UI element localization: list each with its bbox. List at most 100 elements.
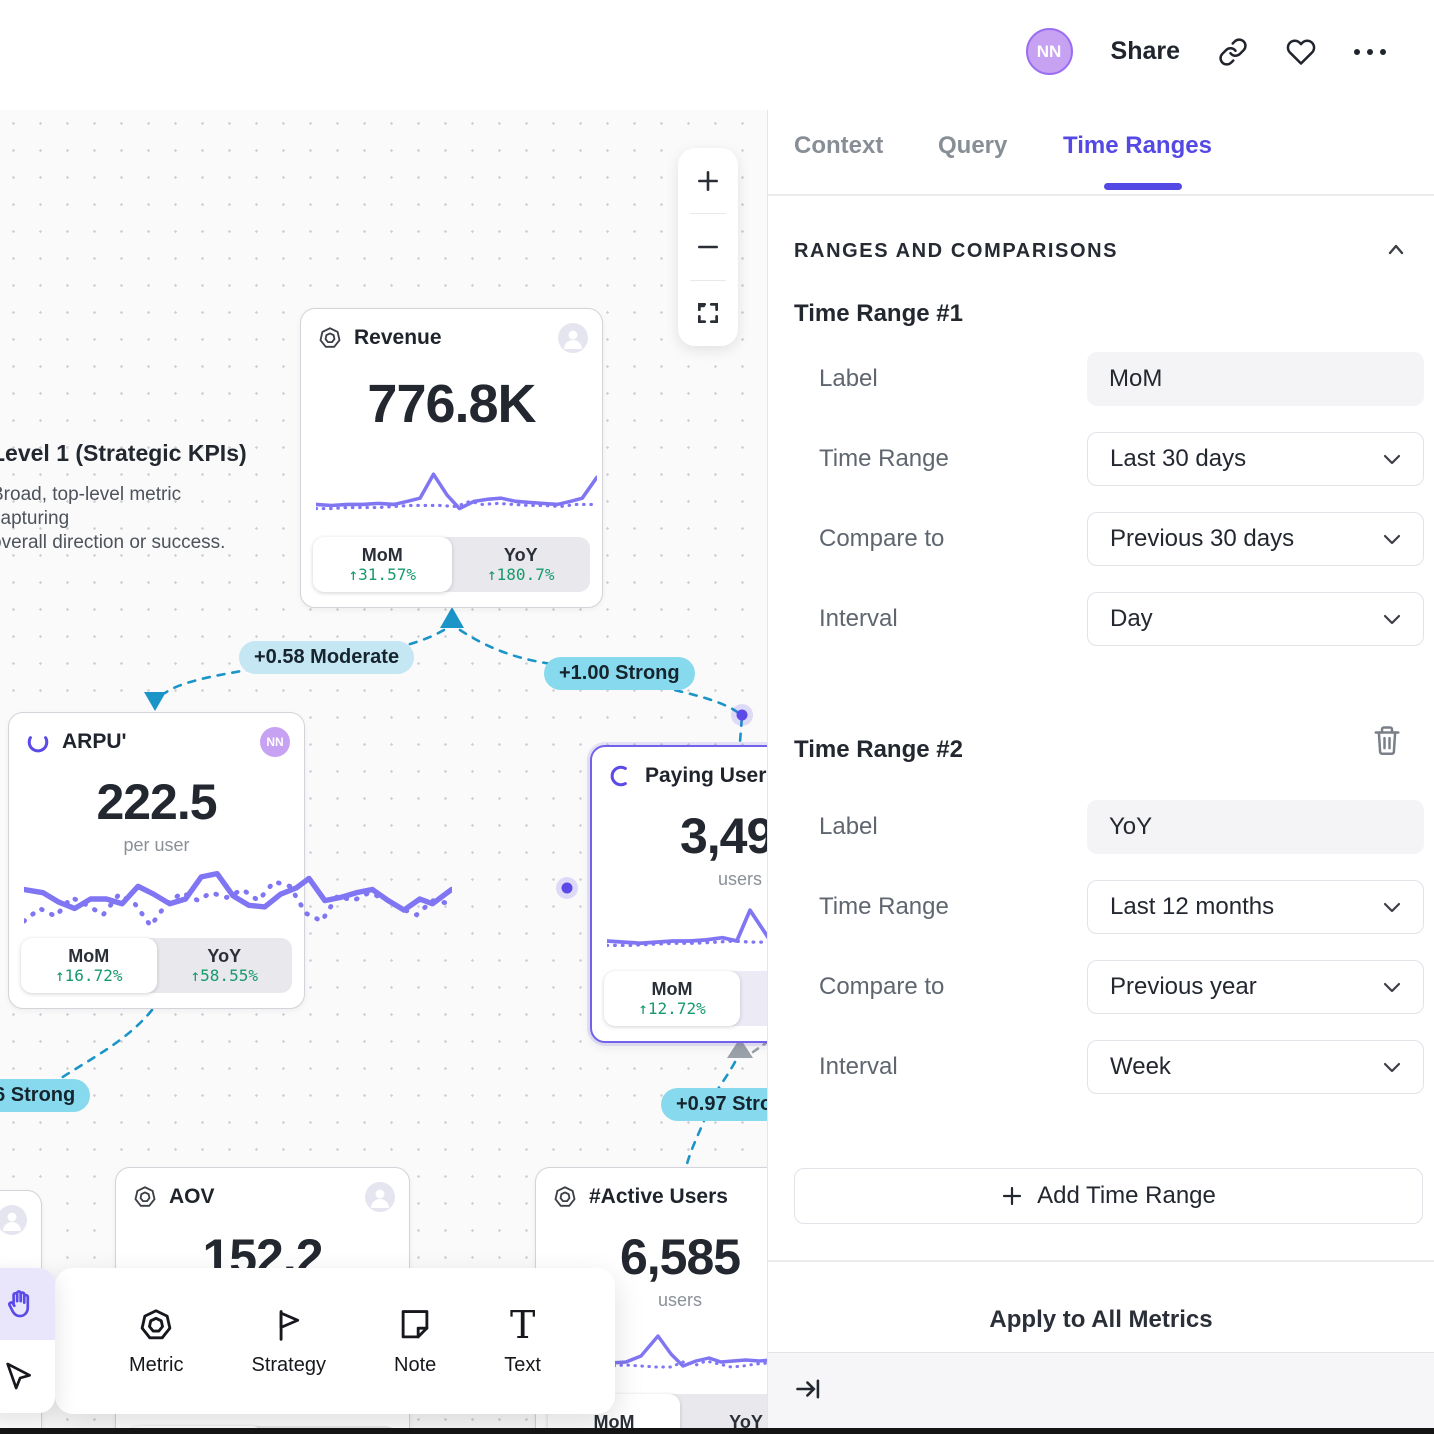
mom-toggle-option[interactable]: MoM ↑31.57% (313, 537, 452, 592)
label-input[interactable]: MoM (1087, 352, 1424, 406)
window-edge (0, 1428, 1434, 1434)
metric-card-revenue[interactable]: Revenue 776.8K MoM ↑31.57% YoY ↑180.7% (300, 308, 603, 608)
time-range-2-title: Time Range #2 (794, 736, 963, 764)
more-menu-button[interactable] (1354, 49, 1386, 55)
flag-icon (270, 1306, 308, 1344)
canvas-tool-strip (0, 1268, 55, 1413)
strategy-tool-button[interactable]: Strategy (252, 1306, 326, 1377)
tab-time-ranges[interactable]: Time Ranges (1063, 132, 1212, 160)
user-avatar[interactable]: NN (1026, 28, 1073, 75)
chevron-down-icon (1383, 901, 1401, 913)
active-tab-indicator (1104, 183, 1182, 190)
time-range-select[interactable]: Last 12 months (1087, 880, 1424, 934)
chevron-down-icon (1383, 453, 1401, 465)
correlation-label-revenue-paying[interactable]: +1.00 Strong (544, 657, 695, 690)
metric-arc-icon (608, 763, 634, 789)
chevron-down-icon (1383, 533, 1401, 545)
fit-view-button[interactable] (678, 281, 738, 346)
metric-card-arpu[interactable]: ARPU' NN 222.5 per user MoM ↑16.72% YoY … (8, 712, 305, 1009)
metric-unit: users (592, 869, 767, 890)
metric-card-title: ARPU' (62, 730, 127, 754)
settings-panel: Context Query Time Ranges RANGES AND COM… (767, 110, 1434, 1434)
select-tool-button[interactable] (0, 1340, 55, 1412)
metric-card-paying-users[interactable]: Paying Users' 3,499 users MoM ↑12.72% (590, 745, 767, 1043)
delete-time-range-trash-icon[interactable] (1372, 723, 1402, 757)
metric-card-title: AOV (169, 1185, 215, 1209)
hand-tool-button[interactable] (0, 1268, 55, 1340)
text-icon: T (510, 1306, 535, 1344)
compare-to-caption: Compare to (819, 960, 944, 1014)
note-icon (396, 1306, 434, 1344)
label-input[interactable]: YoY (1087, 800, 1424, 854)
metric-card-title: Revenue (354, 326, 442, 350)
interval-caption: Interval (819, 592, 898, 646)
time-range-select[interactable]: Last 30 days (1087, 432, 1424, 486)
tab-context[interactable]: Context (794, 132, 883, 160)
metric-hexagon-icon (137, 1306, 175, 1344)
apply-to-all-metrics-button[interactable]: Apply to All Metrics (768, 1306, 1434, 1334)
sparkline-chart (607, 897, 767, 952)
interval-caption: Interval (819, 1040, 898, 1094)
correlation-label-arpu[interactable]: 66 Strong (0, 1079, 90, 1112)
zoom-out-button[interactable] (678, 214, 738, 279)
owner-avatar-placeholder-icon (558, 323, 588, 353)
zoom-controls (678, 148, 738, 346)
owner-avatar-placeholder-icon (365, 1182, 395, 1212)
owner-avatar: NN (260, 727, 290, 757)
hand-icon (2, 1287, 36, 1321)
interval-select[interactable]: Week (1087, 1040, 1424, 1094)
divider (768, 1260, 1434, 1262)
correlation-label-revenue-arpu[interactable]: +0.58 Moderate (239, 641, 414, 674)
zoom-in-button[interactable] (678, 148, 738, 213)
time-range-caption: Time Range (819, 880, 949, 934)
metric-card-title: #Active Users (589, 1185, 728, 1209)
chevron-down-icon (1383, 981, 1401, 993)
chevron-down-icon (1383, 1061, 1401, 1073)
time-range-1-title: Time Range #1 (794, 300, 963, 328)
plus-icon (1001, 1185, 1023, 1207)
collapse-section-chevron-icon[interactable] (1386, 240, 1406, 260)
compare-to-select[interactable]: Previous year (1087, 960, 1424, 1014)
add-time-range-button[interactable]: Add Time Range (794, 1168, 1423, 1224)
metric-unit: per user (9, 835, 304, 856)
correlation-label-paying-active[interactable]: +0.97 Strong (661, 1088, 767, 1121)
comparison-toggle: MoM ↑16.72% YoY ↑58.55% (21, 938, 292, 993)
compare-to-select[interactable]: Previous 30 days (1087, 512, 1424, 566)
text-tool-button[interactable]: T Text (504, 1306, 541, 1377)
metric-hexagon-icon (317, 325, 343, 351)
collapse-panel-icon[interactable] (794, 1375, 822, 1403)
link-icon[interactable] (1218, 37, 1248, 67)
label-caption: Label (819, 800, 878, 854)
comparison-toggle: MoM ↑31.57% YoY ↑180.7% (313, 537, 590, 592)
metric-hexagon-icon (552, 1184, 578, 1210)
mom-toggle-option[interactable]: MoM ↑12.72% (604, 971, 740, 1026)
metric-hexagon-icon (132, 1184, 158, 1210)
sparkline-chart (316, 467, 597, 519)
sparkline-chart (24, 861, 452, 937)
divider (768, 194, 1434, 196)
interval-select[interactable]: Day (1087, 592, 1424, 646)
canvas-toolbar: Metric Strategy Note T Text (55, 1268, 615, 1414)
metric-tree-canvas[interactable]: Level 1 (Strategic KPIs) Broad, top-leve… (0, 110, 767, 1434)
metric-value: 3,499 (592, 807, 767, 865)
comparison-toggle: MoM ↑12.72% (604, 971, 767, 1026)
connector-handle-dot (562, 883, 573, 894)
metric-tool-button[interactable]: Metric (129, 1306, 183, 1377)
mom-toggle-option[interactable]: MoM ↑16.72% (21, 938, 157, 993)
note-tool-button[interactable]: Note (394, 1306, 436, 1377)
owner-avatar-placeholder-icon (0, 1205, 27, 1235)
yoy-toggle-option[interactable] (740, 971, 767, 1026)
tab-query[interactable]: Query (938, 132, 1007, 160)
metric-card-title: Paying Users' (645, 764, 767, 788)
chevron-down-icon (1383, 613, 1401, 625)
time-range-caption: Time Range (819, 432, 949, 486)
metric-value: 776.8K (301, 373, 602, 435)
app-header: NN Share (0, 0, 1434, 110)
section-title: RANGES AND COMPARISONS (794, 240, 1118, 263)
yoy-toggle-option[interactable]: YoY ↑58.55% (157, 938, 293, 993)
share-button[interactable]: Share (1111, 37, 1180, 66)
metric-value: 222.5 (9, 773, 304, 831)
label-caption: Label (819, 352, 878, 406)
yoy-toggle-option[interactable]: YoY ↑180.7% (452, 537, 591, 592)
favorite-heart-icon[interactable] (1286, 37, 1316, 67)
